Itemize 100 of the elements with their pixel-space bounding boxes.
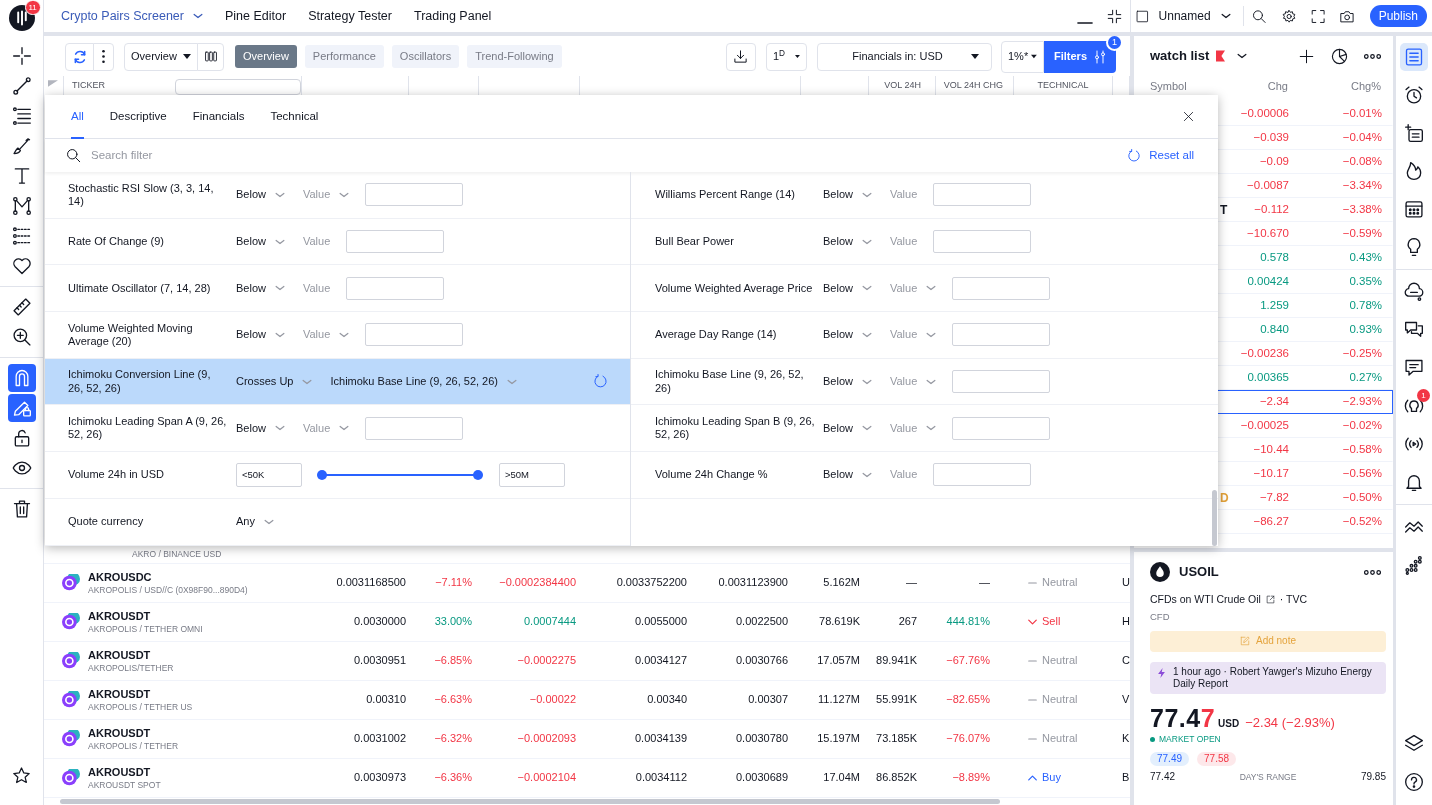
pie-chart-icon[interactable]	[1331, 47, 1348, 65]
ticker-symbol[interactable]: AKROUSDT	[88, 727, 179, 741]
table-cell: 89.941K	[876, 654, 917, 667]
operator-dropdown[interactable]: Below	[823, 188, 872, 202]
screener-tab[interactable]: Oscillators	[391, 45, 460, 68]
filter-tab[interactable]: All	[71, 94, 84, 139]
column-header[interactable]: Chg	[1267, 80, 1288, 92]
watchlist-title[interactable]: watch list	[1150, 48, 1210, 64]
column-header[interactable]: VOL 24H	[884, 80, 921, 91]
slider-thumb[interactable]	[473, 469, 483, 480]
checkbox-icon[interactable]	[1136, 8, 1149, 24]
screener-tab[interactable]: Overview	[235, 45, 297, 68]
operator-dropdown[interactable]: Below	[823, 281, 872, 295]
ticker-symbol[interactable]: AKROUSDT	[88, 688, 193, 702]
value-dropdown[interactable]: Ichimoku Base Line (9, 26, 52, 26)	[330, 375, 517, 389]
table-cell: 0.0030780	[736, 732, 788, 745]
ticker-description: AKROPOLIS / TETHER	[88, 740, 179, 751]
column-header[interactable]: Chg%	[1351, 80, 1381, 92]
operator-dropdown[interactable]: Below	[823, 328, 872, 342]
download-button[interactable]	[726, 42, 756, 71]
refresh-button[interactable]	[65, 42, 94, 71]
value-input[interactable]	[346, 276, 445, 300]
chevron-down-icon	[339, 425, 350, 432]
coin-icon	[62, 574, 80, 592]
column-header[interactable]: Symbol	[1150, 80, 1187, 92]
operator-dropdown[interactable]: Below	[823, 468, 872, 482]
operator-dropdown[interactable]: Crosses Up	[236, 375, 313, 389]
ticker-symbol[interactable]: AKROUSDC	[88, 571, 248, 585]
change-value: −0.00006	[1240, 107, 1289, 120]
filter-tab[interactable]: Descriptive	[109, 94, 167, 139]
operator-dropdown[interactable]: Below	[236, 234, 285, 249]
close-icon[interactable]	[1183, 111, 1194, 122]
view-dropdown[interactable]: Overview	[124, 42, 198, 71]
value-input[interactable]	[933, 463, 1032, 487]
ticker-symbol[interactable]: AKROUSDT	[88, 766, 161, 780]
interval-dropdown[interactable]: 1$^{D}$	[766, 42, 807, 71]
min-input[interactable]: <50K	[236, 462, 302, 487]
value-input[interactable]	[365, 183, 464, 207]
filter-label: Ichimoku Leading Span B (9, 26, 52, 26)	[655, 415, 815, 442]
collapse-icon[interactable]	[1107, 8, 1122, 24]
scrollbar[interactable]	[1212, 490, 1217, 546]
search-field[interactable]: Search filter	[91, 148, 391, 163]
change-value: 0.00365	[1247, 371, 1289, 384]
precision-dropdown[interactable]: 1%*	[1001, 40, 1044, 73]
column-header[interactable]: VOL 24H CHG	[943, 80, 1003, 91]
screener-tab[interactable]: Trend-Following	[467, 45, 562, 68]
layout-name-dropdown[interactable]: Unnamed	[1158, 8, 1231, 24]
star-icon[interactable]	[12, 766, 31, 785]
operator-dropdown[interactable]: Below	[236, 188, 285, 202]
search-icon[interactable]	[1252, 7, 1267, 25]
panel-tab[interactable]: Strategy Tester	[308, 4, 392, 28]
filter-tab[interactable]: Technical	[270, 94, 319, 139]
more-button[interactable]	[93, 42, 114, 71]
plus-icon[interactable]	[1299, 48, 1314, 64]
panel-tab[interactable]: Crypto Pairs Screener	[61, 4, 203, 28]
publish-button[interactable]: Publish	[1369, 5, 1428, 27]
more-icon[interactable]	[1364, 569, 1381, 575]
change-value: −0.112	[1254, 203, 1289, 216]
reset-icon[interactable]	[593, 374, 608, 390]
panel-tab[interactable]: Trading Panel	[413, 4, 492, 28]
news-card[interactable]: 1 hour ago · Robert Yawger's Mizuho Energy Daily Report	[1150, 662, 1386, 694]
change-value: −10.44	[1253, 443, 1289, 456]
horizontal-scrollbar[interactable]	[60, 799, 1000, 804]
value-input[interactable]	[346, 230, 445, 254]
max-input[interactable]: >50M	[499, 462, 565, 487]
settings-icon[interactable]	[1281, 7, 1297, 25]
value-input[interactable]	[952, 276, 1051, 300]
column-header[interactable]: TECHNICAL	[1037, 80, 1089, 91]
value-input[interactable]	[952, 416, 1051, 440]
operator-dropdown[interactable]: Below	[236, 328, 285, 342]
columns-button[interactable]	[197, 42, 224, 71]
lightbulb-signal-button[interactable]: 1	[1400, 392, 1428, 420]
value-input[interactable]	[933, 183, 1032, 207]
value-input[interactable]	[952, 323, 1051, 347]
filter-label: Volume Weighted Moving Average (20)	[68, 321, 194, 349]
value-input[interactable]	[365, 323, 464, 347]
ticker-symbol[interactable]: AKROUSDT	[88, 649, 174, 663]
operator-dropdown[interactable]: Below	[823, 421, 872, 435]
operator-dropdown[interactable]: Below	[823, 375, 872, 389]
more-icon[interactable]	[1364, 53, 1381, 59]
panel-tab[interactable]: Pine Editor	[224, 4, 287, 28]
ticker-symbol[interactable]: AKROUSDT	[88, 610, 203, 624]
external-link-icon[interactable]	[1265, 594, 1275, 604]
operator-dropdown[interactable]: Below	[823, 234, 872, 249]
slider-thumb[interactable]	[317, 469, 327, 480]
filter-tab[interactable]: Financials	[192, 94, 245, 139]
table-cell: −6.63%	[434, 693, 472, 706]
value-input[interactable]	[365, 416, 464, 440]
operator-dropdown[interactable]: Below	[236, 421, 285, 435]
column-header[interactable]: TICKER	[72, 80, 105, 91]
value-input[interactable]	[952, 370, 1051, 394]
change-percent: 0.27%	[1349, 371, 1382, 384]
fullscreen-icon[interactable]	[1311, 7, 1326, 25]
minimize-icon[interactable]	[1077, 22, 1093, 24]
operator-dropdown[interactable]: Below	[236, 281, 285, 295]
screener-tab[interactable]: Performance	[304, 45, 384, 68]
currency-dropdown[interactable]: Financials in: USD	[817, 42, 992, 71]
value-input[interactable]	[933, 230, 1032, 254]
logo-icon[interactable]	[8, 5, 35, 31]
operator-dropdown[interactable]: Any	[236, 515, 274, 529]
